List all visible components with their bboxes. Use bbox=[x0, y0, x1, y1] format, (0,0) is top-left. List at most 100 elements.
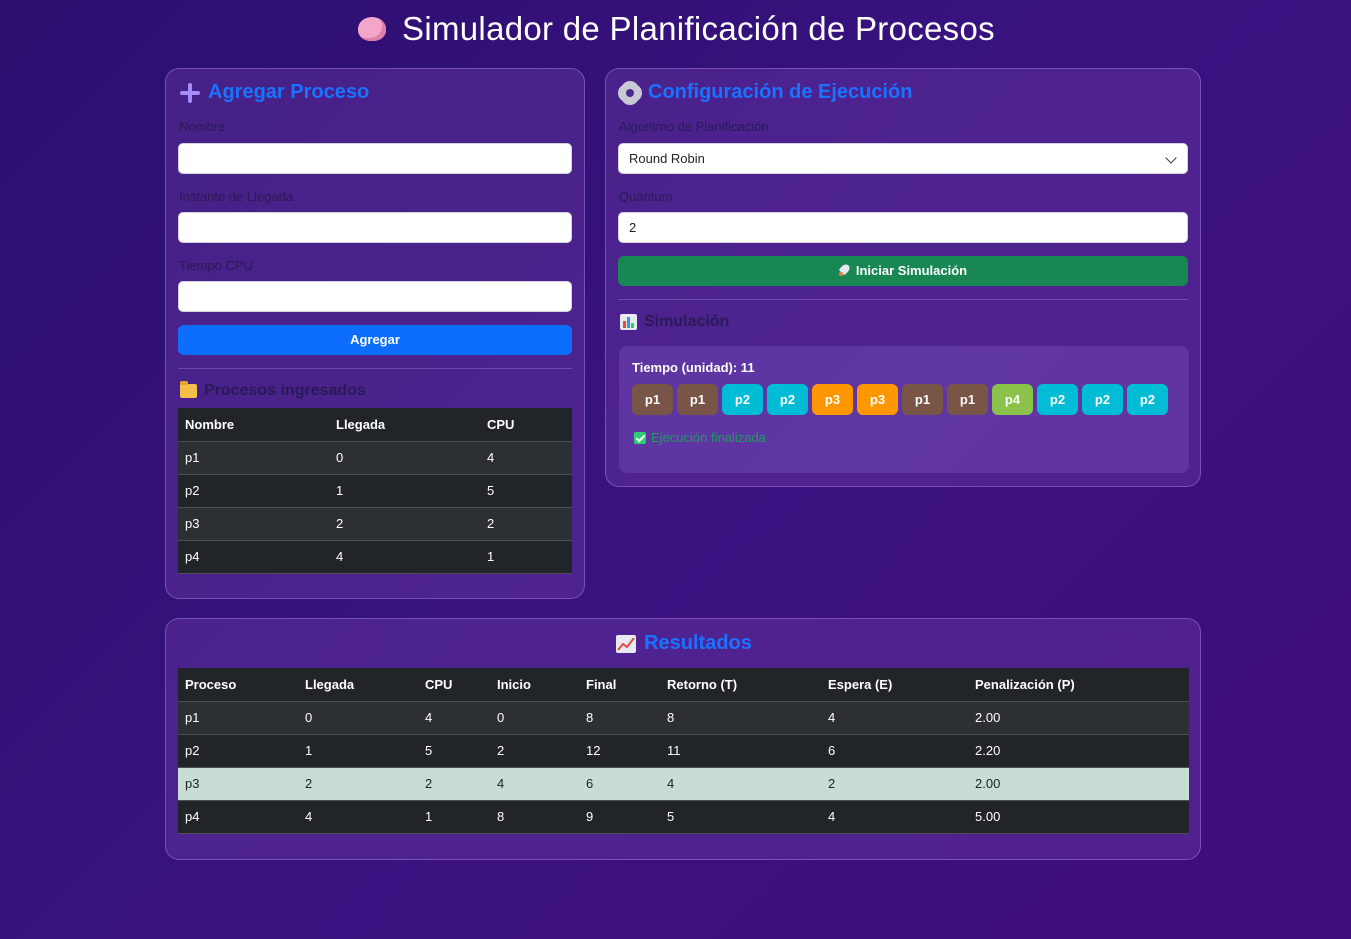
table-cell: 2 bbox=[490, 734, 579, 768]
table-cell: 8 bbox=[579, 701, 660, 735]
app-title-text: Simulador de Planificación de Procesos bbox=[402, 10, 995, 47]
col-header: CPU bbox=[480, 408, 572, 442]
table-cell: 5 bbox=[660, 800, 821, 834]
gantt-timeline: p1 p1 p2 p2 p3 p3 p1 p1 p4 p2 p2 p2 bbox=[632, 384, 1168, 415]
algorithm-selected-value: Round Robin bbox=[629, 151, 705, 166]
table-row: p2 1 5 bbox=[178, 474, 572, 508]
cpu-label: Tiempo CPU bbox=[179, 258, 253, 273]
gantt-block: p1 bbox=[947, 384, 988, 415]
table-row: p4 4 1 8 9 5 4 5.00 bbox=[178, 800, 1189, 834]
add-process-card: Agregar Proceso Nombre Instante de Llega… bbox=[165, 68, 585, 599]
brain-icon bbox=[356, 15, 388, 43]
table-cell: 4 bbox=[490, 767, 579, 801]
arrival-label: Instante de Llegada bbox=[179, 189, 294, 204]
results-table: Proceso Llegada CPU Inicio Final Retorno… bbox=[178, 668, 1189, 834]
processes-table: Nombre Llegada CPU p1 0 4 p2 1 5 p3 2 2 bbox=[178, 408, 572, 574]
name-input[interactable] bbox=[178, 143, 572, 174]
table-row: p2 1 5 2 12 11 6 2.20 bbox=[178, 734, 1189, 768]
table-row: p3 2 2 bbox=[178, 507, 572, 541]
gantt-block: p2 bbox=[1037, 384, 1078, 415]
gantt-block: p1 bbox=[902, 384, 943, 415]
table-cell: p1 bbox=[178, 701, 298, 735]
col-header: Nombre bbox=[178, 408, 329, 442]
table-cell: p4 bbox=[178, 800, 298, 834]
quantum-label: Quantum bbox=[619, 189, 673, 204]
add-process-title: Agregar Proceso bbox=[180, 81, 369, 104]
table-cell: 2.00 bbox=[968, 701, 1189, 735]
table-cell: 2 bbox=[418, 767, 490, 801]
folder-icon bbox=[180, 381, 197, 398]
table-cell: p2 bbox=[178, 734, 298, 768]
table-cell: 5.00 bbox=[968, 800, 1189, 834]
gantt-block: p2 bbox=[1082, 384, 1123, 415]
simulation-title: Simulación bbox=[620, 313, 729, 331]
gantt-block: p4 bbox=[992, 384, 1033, 415]
rocket-icon bbox=[838, 264, 851, 276]
table-row: p1 0 4 bbox=[178, 441, 572, 475]
table-cell: 8 bbox=[490, 800, 579, 834]
plus-icon bbox=[180, 82, 200, 103]
bar-chart-icon bbox=[620, 314, 637, 330]
col-header: Llegada bbox=[298, 668, 418, 702]
table-cell: 0 bbox=[298, 701, 418, 735]
col-header: Llegada bbox=[329, 408, 480, 442]
arrival-input[interactable] bbox=[178, 212, 572, 243]
config-title: Configuración de Ejecución bbox=[620, 81, 912, 104]
quantum-input[interactable]: 2 bbox=[618, 212, 1188, 243]
table-cell: 4 bbox=[821, 800, 968, 834]
table-cell: 5 bbox=[418, 734, 490, 768]
gantt-block: p3 bbox=[857, 384, 898, 415]
gantt-block: p2 bbox=[1127, 384, 1168, 415]
table-row: p4 4 1 bbox=[178, 540, 572, 574]
algorithm-select[interactable]: Round Robin bbox=[618, 143, 1188, 174]
check-icon bbox=[634, 431, 646, 444]
gantt-block: p1 bbox=[677, 384, 718, 415]
gantt-block: p3 bbox=[812, 384, 853, 415]
table-cell: 2 bbox=[298, 767, 418, 801]
table-cell: 9 bbox=[579, 800, 660, 834]
table-cell: 6 bbox=[821, 734, 968, 768]
gantt-block: p2 bbox=[722, 384, 763, 415]
processes-title: Procesos ingresados bbox=[180, 381, 366, 400]
gantt-block: p2 bbox=[767, 384, 808, 415]
app-title: Simulador de Planificación de Procesos bbox=[0, 10, 1351, 48]
add-button[interactable]: Agregar bbox=[178, 325, 572, 355]
col-header: Penalización (P) bbox=[968, 668, 1189, 702]
gantt-block: p1 bbox=[632, 384, 673, 415]
table-cell: 2.20 bbox=[968, 734, 1189, 768]
start-simulation-button[interactable]: Iniciar Simulación bbox=[618, 256, 1188, 286]
table-cell: 4 bbox=[660, 767, 821, 801]
table-cell: 2 bbox=[821, 767, 968, 801]
chevron-down-icon bbox=[1165, 152, 1177, 164]
time-label: Tiempo (unidad): 11 bbox=[632, 360, 755, 375]
table-cell: 12 bbox=[579, 734, 660, 768]
table-cell: 4 bbox=[418, 701, 490, 735]
cpu-input[interactable] bbox=[178, 281, 572, 312]
table-row: p3 2 2 4 6 4 2 2.00 bbox=[178, 767, 1189, 801]
config-card: Configuración de Ejecución Algoritmo de … bbox=[605, 68, 1201, 487]
col-header: CPU bbox=[418, 668, 490, 702]
table-cell: 1 bbox=[298, 734, 418, 768]
table-cell: 0 bbox=[490, 701, 579, 735]
table-cell: 4 bbox=[821, 701, 968, 735]
table-cell: 11 bbox=[660, 734, 821, 768]
table-cell: p3 bbox=[178, 767, 298, 801]
table-cell: 4 bbox=[298, 800, 418, 834]
trend-chart-icon bbox=[616, 634, 637, 653]
col-header: Espera (E) bbox=[821, 668, 968, 702]
name-label: Nombre bbox=[179, 119, 226, 134]
status-message: Ejecución finalizada bbox=[634, 430, 766, 445]
col-header: Final bbox=[579, 668, 660, 702]
table-cell: 6 bbox=[579, 767, 660, 801]
table-row: p1 0 4 0 8 8 4 2.00 bbox=[178, 701, 1189, 735]
table-cell: 8 bbox=[660, 701, 821, 735]
gear-icon bbox=[620, 82, 640, 103]
results-title: Resultados bbox=[166, 632, 1202, 655]
divider bbox=[178, 368, 572, 369]
col-header: Inicio bbox=[490, 668, 579, 702]
algorithm-label: Algoritmo de Planificación bbox=[619, 119, 769, 134]
table-cell: 2.00 bbox=[968, 767, 1189, 801]
table-cell: 1 bbox=[418, 800, 490, 834]
col-header: Proceso bbox=[178, 668, 298, 702]
results-card: Resultados Proceso Llegada CPU Inicio Fi… bbox=[165, 618, 1201, 860]
